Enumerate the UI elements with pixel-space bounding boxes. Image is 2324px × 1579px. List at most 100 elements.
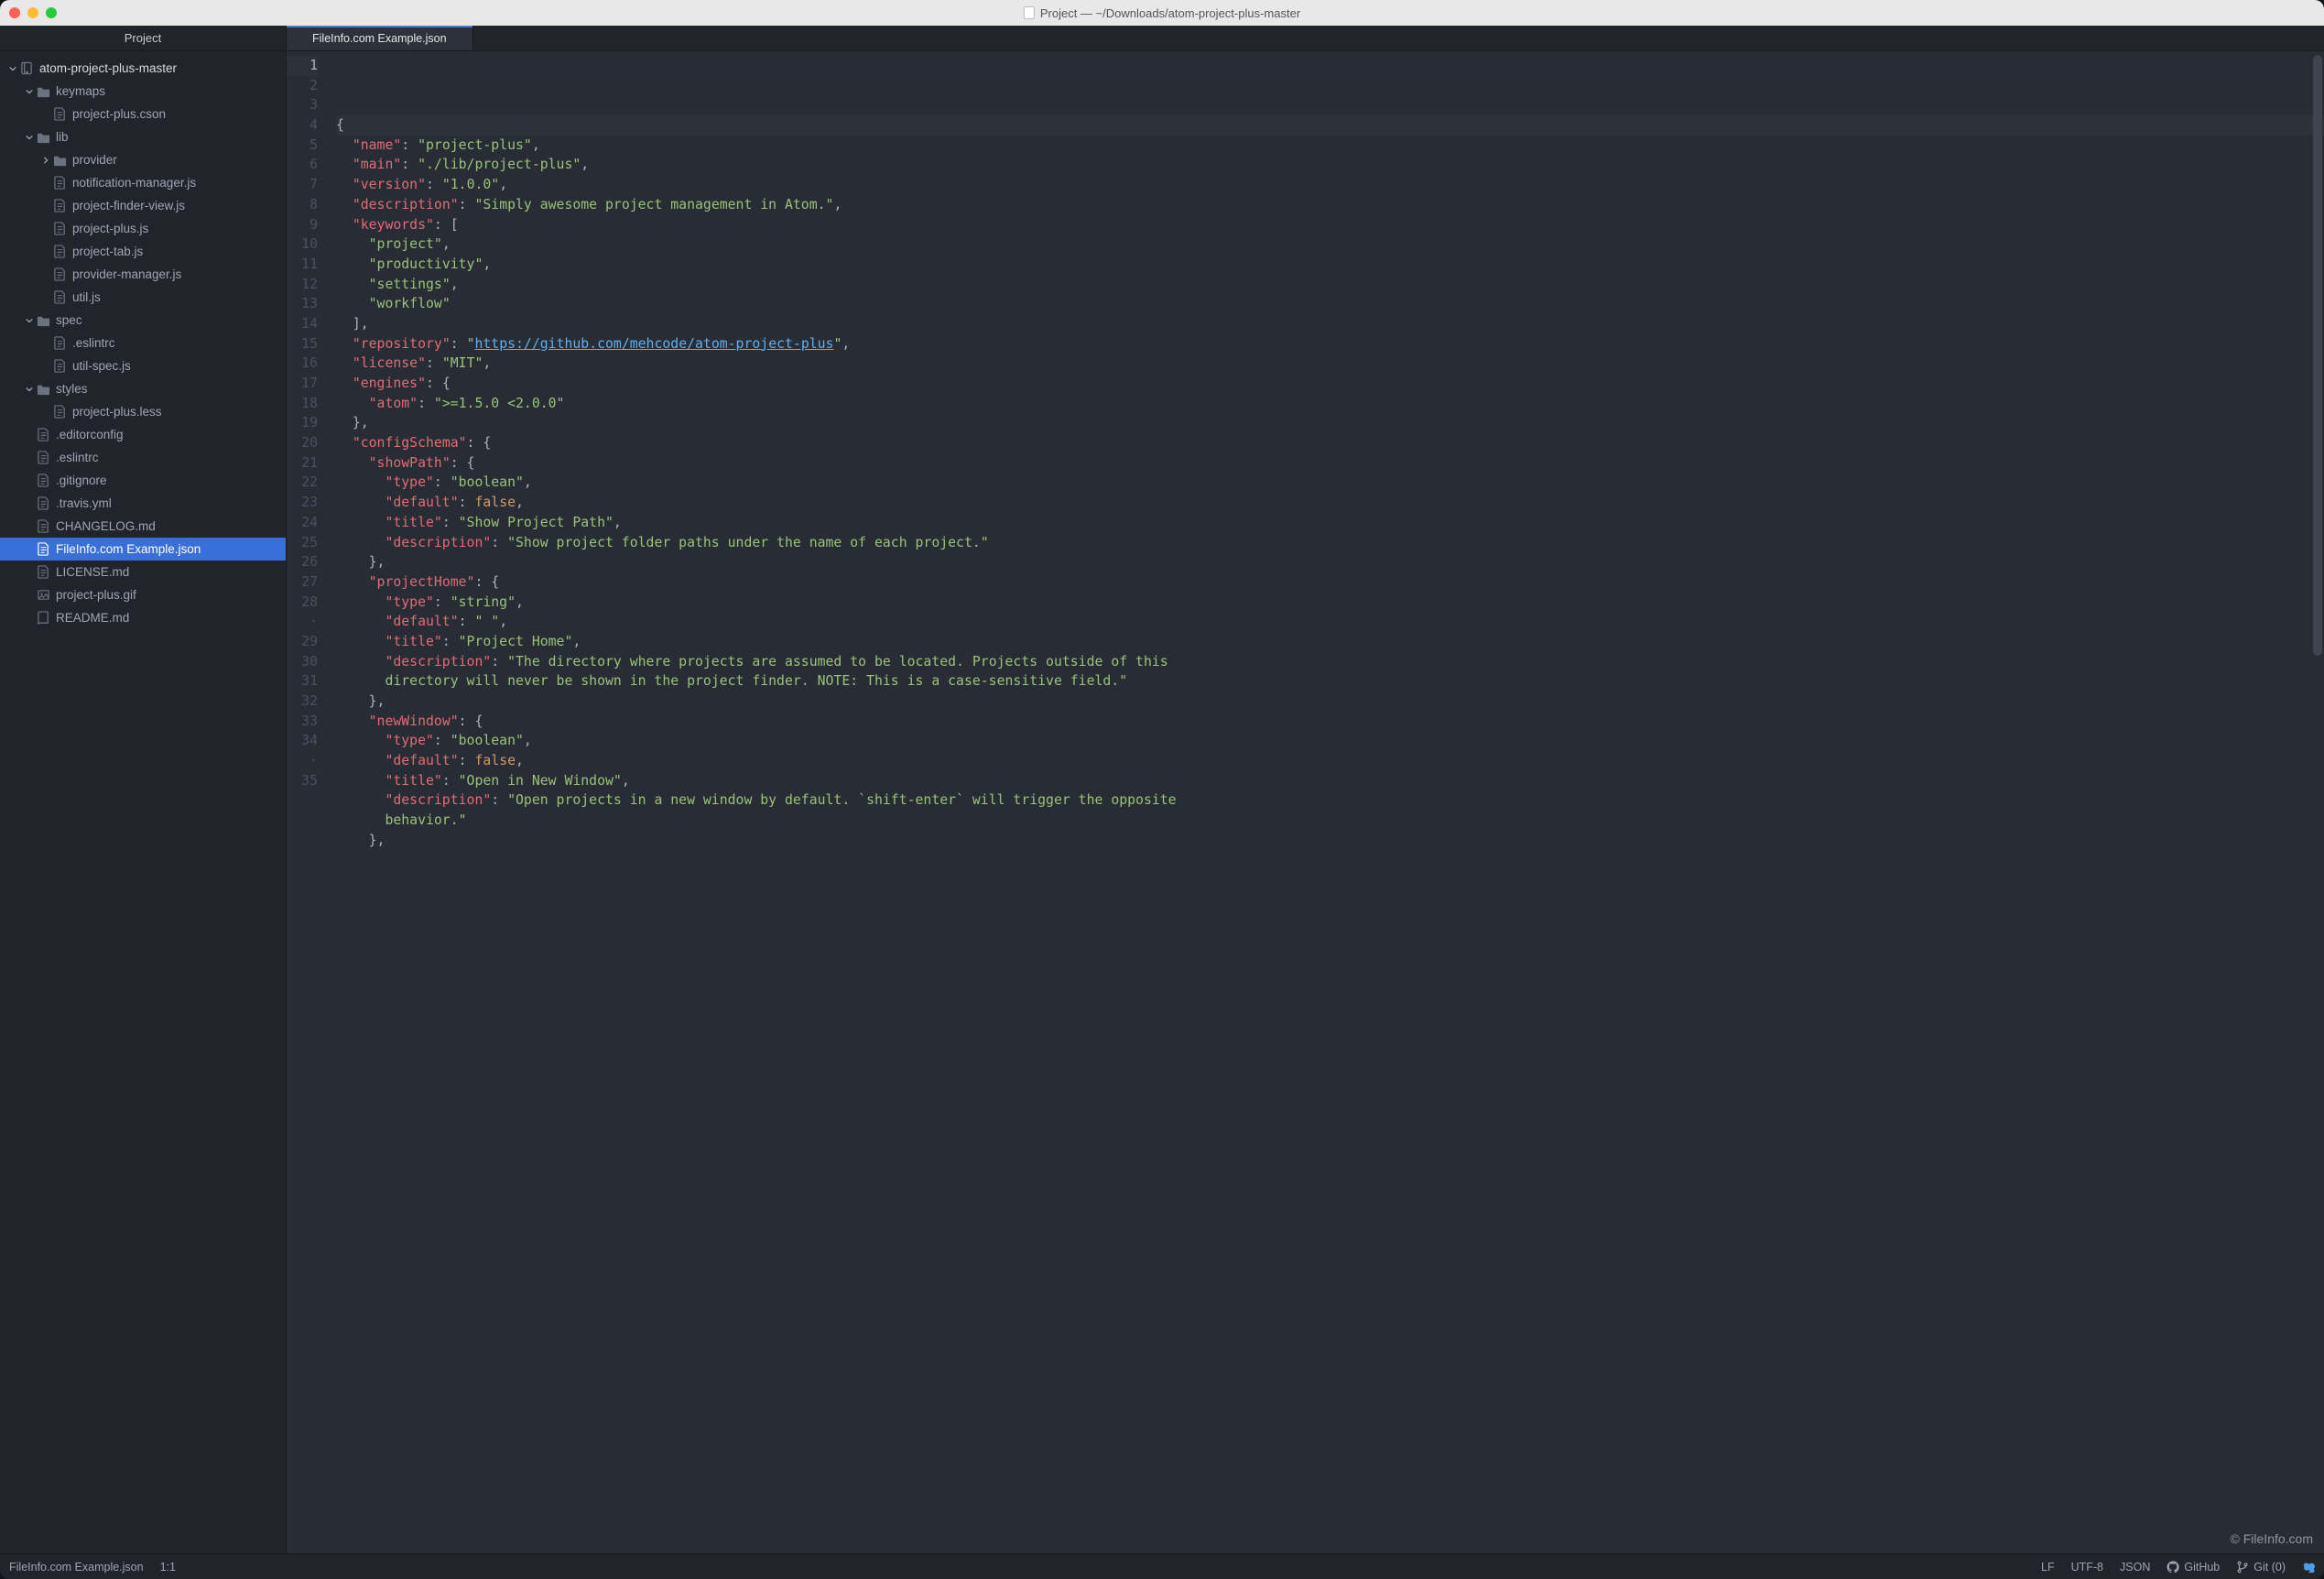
line-number[interactable]: 10 bbox=[287, 234, 318, 255]
code-line[interactable]: directory will never be shown in the pro… bbox=[336, 671, 2324, 691]
code-line[interactable]: "workflow" bbox=[336, 294, 2324, 314]
tree-item[interactable]: provider-manager.js bbox=[0, 263, 286, 286]
tree-item[interactable]: CHANGELOG.md bbox=[0, 515, 286, 538]
tree-item[interactable]: .editorconfig bbox=[0, 423, 286, 446]
disclosure-triangle[interactable] bbox=[24, 86, 35, 97]
disclosure-triangle[interactable] bbox=[40, 155, 51, 166]
editor-scrollbar[interactable] bbox=[2313, 55, 2322, 656]
tree-item[interactable]: .gitignore bbox=[0, 469, 286, 492]
tree-item[interactable]: project-finder-view.js bbox=[0, 194, 286, 217]
minimize-window-button[interactable] bbox=[27, 7, 38, 18]
tree-item[interactable]: .eslintrc bbox=[0, 446, 286, 469]
line-number[interactable]: · bbox=[287, 612, 318, 632]
code-line[interactable]: }, bbox=[336, 831, 2324, 851]
disclosure-triangle[interactable] bbox=[24, 384, 35, 395]
line-number[interactable]: 17 bbox=[287, 374, 318, 394]
line-number[interactable]: 31 bbox=[287, 671, 318, 691]
line-number[interactable]: 25 bbox=[287, 533, 318, 553]
file-tree[interactable]: atom-project-plus-masterkeymapsproject-p… bbox=[0, 51, 287, 1553]
code-line[interactable]: "showPath": { bbox=[336, 453, 2324, 474]
code-line[interactable]: "configSchema": { bbox=[336, 433, 2324, 453]
code-line[interactable]: "default": " ", bbox=[336, 612, 2324, 632]
tree-item[interactable]: LICENSE.md bbox=[0, 561, 286, 583]
code-line[interactable]: "description": "Open projects in a new w… bbox=[336, 790, 2324, 811]
code-line[interactable]: behavior." bbox=[336, 811, 2324, 831]
status-github[interactable]: GitHub bbox=[2167, 1561, 2220, 1574]
line-number[interactable]: 13 bbox=[287, 294, 318, 314]
code-line[interactable]: "default": false, bbox=[336, 493, 2324, 513]
code-line[interactable]: "type": "boolean", bbox=[336, 473, 2324, 493]
tree-item[interactable]: project-plus.less bbox=[0, 400, 286, 423]
line-number[interactable]: 16 bbox=[287, 354, 318, 374]
line-number[interactable]: 28 bbox=[287, 593, 318, 613]
tree-item[interactable]: notification-manager.js bbox=[0, 171, 286, 194]
code-area[interactable]: { "name": "project-plus", "main": "./lib… bbox=[325, 51, 2324, 1553]
line-number[interactable]: 24 bbox=[287, 513, 318, 533]
code-line[interactable]: "atom": ">=1.5.0 <2.0.0" bbox=[336, 394, 2324, 414]
code-line[interactable]: "title": "Open in New Window", bbox=[336, 771, 2324, 791]
line-number[interactable]: 33 bbox=[287, 712, 318, 732]
line-number[interactable]: 26 bbox=[287, 552, 318, 572]
status-git[interactable]: Git (0) bbox=[2236, 1561, 2286, 1574]
tree-item[interactable]: .travis.yml bbox=[0, 492, 286, 515]
line-number[interactable]: 27 bbox=[287, 572, 318, 593]
tree-item[interactable]: project-plus.js bbox=[0, 217, 286, 240]
line-number[interactable]: 35 bbox=[287, 771, 318, 791]
tree-item[interactable]: .eslintrc bbox=[0, 332, 286, 354]
disclosure-triangle[interactable] bbox=[7, 63, 18, 74]
code-line[interactable]: "productivity", bbox=[336, 255, 2324, 275]
status-file-name[interactable]: FileInfo.com Example.json bbox=[9, 1561, 144, 1574]
code-line[interactable]: "title": "Project Home", bbox=[336, 632, 2324, 652]
tab-fileinfo-example[interactable]: FileInfo.com Example.json bbox=[287, 26, 473, 50]
code-line[interactable]: "description": "The directory where proj… bbox=[336, 652, 2324, 672]
tree-item[interactable]: keymaps bbox=[0, 80, 286, 103]
code-line[interactable]: }, bbox=[336, 413, 2324, 433]
line-number[interactable]: 19 bbox=[287, 413, 318, 433]
status-cursor[interactable]: 1:1 bbox=[160, 1561, 176, 1574]
tree-item[interactable]: project-plus.cson bbox=[0, 103, 286, 125]
status-eol[interactable]: LF bbox=[2041, 1561, 2055, 1574]
line-number[interactable]: 32 bbox=[287, 691, 318, 712]
code-line[interactable]: ], bbox=[336, 314, 2324, 334]
line-number[interactable]: 4 bbox=[287, 115, 318, 136]
code-line[interactable]: "default": false, bbox=[336, 751, 2324, 771]
code-line[interactable]: "type": "string", bbox=[336, 593, 2324, 613]
line-number[interactable]: 11 bbox=[287, 255, 318, 275]
close-window-button[interactable] bbox=[9, 7, 20, 18]
line-number[interactable]: 9 bbox=[287, 215, 318, 235]
line-number[interactable]: 2 bbox=[287, 76, 318, 96]
status-update-squirrel[interactable] bbox=[2302, 1561, 2315, 1574]
line-number[interactable]: 30 bbox=[287, 652, 318, 672]
code-line[interactable]: "description": "Simply awesome project m… bbox=[336, 195, 2324, 215]
tree-item[interactable]: util.js bbox=[0, 286, 286, 309]
tree-item[interactable]: styles bbox=[0, 377, 286, 400]
code-line[interactable]: "title": "Show Project Path", bbox=[336, 513, 2324, 533]
status-encoding[interactable]: UTF-8 bbox=[2071, 1561, 2103, 1574]
status-grammar[interactable]: JSON bbox=[2120, 1561, 2150, 1574]
tab-bar-empty[interactable] bbox=[473, 26, 2324, 50]
line-number[interactable]: 34 bbox=[287, 731, 318, 751]
tree-item[interactable]: README.md bbox=[0, 606, 286, 629]
code-line[interactable]: "newWindow": { bbox=[336, 712, 2324, 732]
code-line[interactable]: "type": "boolean", bbox=[336, 731, 2324, 751]
code-line[interactable]: "name": "project-plus", bbox=[336, 136, 2324, 156]
line-number[interactable]: 15 bbox=[287, 334, 318, 354]
line-number[interactable]: 23 bbox=[287, 493, 318, 513]
code-line[interactable]: "project", bbox=[336, 234, 2324, 255]
tree-item[interactable]: util-spec.js bbox=[0, 354, 286, 377]
code-line[interactable]: "license": "MIT", bbox=[336, 354, 2324, 374]
code-line[interactable]: "repository": "https://github.com/mehcod… bbox=[336, 334, 2324, 354]
code-line[interactable]: "description": "Show project folder path… bbox=[336, 533, 2324, 553]
line-number[interactable]: 22 bbox=[287, 473, 318, 493]
code-line[interactable]: }, bbox=[336, 552, 2324, 572]
zoom-window-button[interactable] bbox=[46, 7, 57, 18]
line-number[interactable]: 12 bbox=[287, 275, 318, 295]
line-number[interactable]: 21 bbox=[287, 453, 318, 474]
code-line[interactable]: "projectHome": { bbox=[336, 572, 2324, 593]
line-number[interactable]: 5 bbox=[287, 136, 318, 156]
code-line[interactable]: "version": "1.0.0", bbox=[336, 175, 2324, 195]
line-number[interactable]: · bbox=[287, 751, 318, 771]
text-editor[interactable]: 1234567891011121314151617181920212223242… bbox=[287, 51, 2324, 1553]
line-number[interactable]: 8 bbox=[287, 195, 318, 215]
line-number[interactable]: 1 bbox=[287, 56, 318, 76]
